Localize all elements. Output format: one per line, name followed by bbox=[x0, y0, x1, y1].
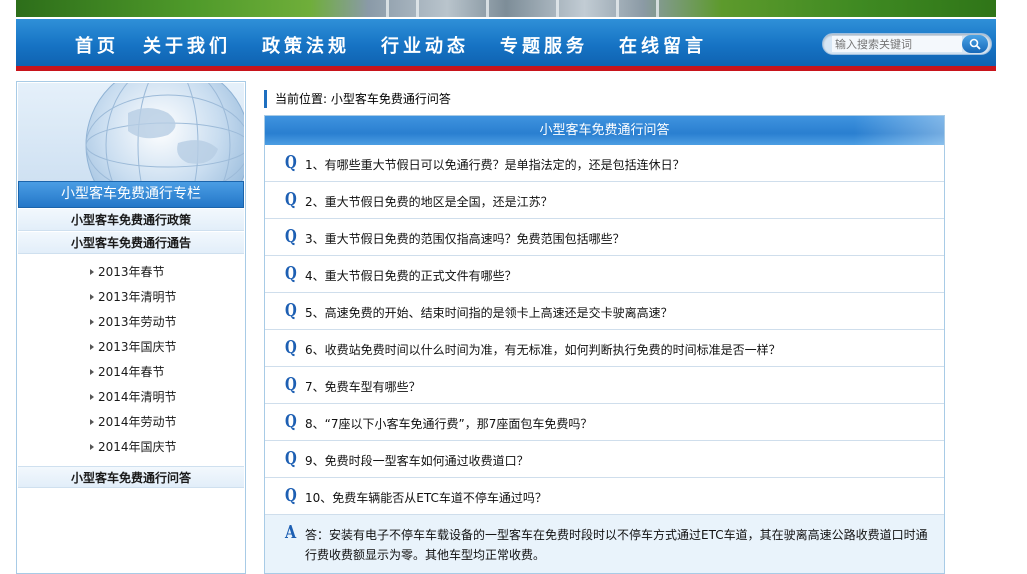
question-row[interactable]: Q 10、免费车辆能否从ETC车道不停车通过吗？ bbox=[265, 478, 944, 515]
question-text: 3、重大节假日免费的范围仅指高速吗？免费范围包括哪些？ bbox=[305, 232, 625, 246]
question-row[interactable]: Q 1、有哪些重大节假日可以免通行费？是单指法定的，还是包括连休日？ bbox=[265, 145, 944, 182]
question-row[interactable]: Q 6、收费站免费时间以什么时间为准，有无标准，如何判断执行免费的时间标准是否一样… bbox=[265, 330, 944, 367]
nav-home[interactable]: 首页 bbox=[75, 32, 119, 58]
question-text: 2、重大节假日免费的地区是全国，还是江苏？ bbox=[305, 195, 553, 209]
sub-item-2014-national[interactable]: 2014年国庆节 bbox=[90, 438, 177, 455]
panel-title: 小型客车免费通行问答 bbox=[539, 123, 670, 138]
sub-item-label: 2013年春节 bbox=[98, 265, 165, 279]
nav-accent-line bbox=[16, 66, 996, 71]
sub-item-2014-qingming[interactable]: 2014年清明节 bbox=[90, 388, 177, 405]
nav-industry-news[interactable]: 行业动态 bbox=[381, 32, 469, 58]
nav-online-message[interactable]: 在线留言 bbox=[619, 32, 707, 58]
sub-item-2013-labor[interactable]: 2013年劳动节 bbox=[90, 313, 177, 330]
question-icon: Q bbox=[285, 152, 297, 173]
sidebar-item-notices[interactable]: 小型客车免费通行通告 bbox=[18, 232, 244, 254]
arrow-right-icon bbox=[90, 444, 94, 450]
question-icon: Q bbox=[285, 337, 297, 358]
answer-icon: A bbox=[285, 522, 297, 543]
sidebar-item-policy[interactable]: 小型客车免费通行政策 bbox=[18, 209, 244, 231]
question-icon: Q bbox=[285, 226, 297, 247]
sub-item-label: 2013年国庆节 bbox=[98, 340, 177, 354]
sidebar-title: 小型客车免费通行专栏 bbox=[18, 181, 244, 208]
question-text: 5、高速免费的开始、结束时间指的是领卡上高速还是交卡驶离高速？ bbox=[305, 306, 673, 320]
nav-policy[interactable]: 政策法规 bbox=[262, 32, 350, 58]
sub-item-label: 2014年劳动节 bbox=[98, 415, 177, 429]
sub-item-label: 2014年春节 bbox=[98, 365, 165, 379]
question-icon: Q bbox=[285, 263, 297, 284]
sub-item-label: 2014年清明节 bbox=[98, 390, 177, 404]
question-row[interactable]: Q 3、重大节假日免费的范围仅指高速吗？免费范围包括哪些？ bbox=[265, 219, 944, 256]
question-icon: Q bbox=[285, 300, 297, 321]
answer-text: 答：安装有电子不停车车载设备的一型客车在免费时段时以不停车方式通过ETC车道，其… bbox=[305, 528, 928, 562]
question-row[interactable]: Q 5、高速免费的开始、结束时间指的是领卡上高速还是交卡驶离高速？ bbox=[265, 293, 944, 330]
sub-item-label: 2014年国庆节 bbox=[98, 440, 177, 454]
sub-item-2014-labor[interactable]: 2014年劳动节 bbox=[90, 413, 177, 430]
question-text: 9、免费时段一型客车如何通过收费道口？ bbox=[305, 454, 529, 468]
sub-item-label: 2013年清明节 bbox=[98, 290, 177, 304]
question-text: 7、免费车型有哪些？ bbox=[305, 380, 421, 394]
panel-header: 小型客车免费通行问答 bbox=[265, 116, 944, 145]
arrow-right-icon bbox=[90, 319, 94, 325]
arrow-right-icon bbox=[90, 269, 94, 275]
question-row[interactable]: Q 8、“7座以下小客车免通行费”，那7座面包车免费吗？ bbox=[265, 404, 944, 441]
arrow-right-icon bbox=[90, 419, 94, 425]
question-text: 10、免费车辆能否从ETC车道不停车通过吗？ bbox=[305, 491, 547, 505]
search-icon bbox=[969, 38, 981, 50]
search-button[interactable] bbox=[962, 35, 988, 53]
sub-item-2014-spring[interactable]: 2014年春节 bbox=[90, 363, 165, 380]
arrow-right-icon bbox=[90, 394, 94, 400]
globe-image bbox=[18, 83, 244, 181]
question-icon: Q bbox=[285, 411, 297, 432]
question-text: 1、有哪些重大节假日可以免通行费？是单指法定的，还是包括连休日？ bbox=[305, 158, 685, 172]
question-row[interactable]: Q 7、免费车型有哪些？ bbox=[265, 367, 944, 404]
answer-row: A 答：安装有电子不停车车载设备的一型客车在免费时段时以不停车方式通过ETC车道… bbox=[265, 515, 944, 573]
main-nav: 首页 关于我们 政策法规 行业动态 专题服务 在线留言 bbox=[16, 17, 996, 67]
question-row[interactable]: Q 4、重大节假日免费的正式文件有哪些？ bbox=[265, 256, 944, 293]
arrow-right-icon bbox=[90, 294, 94, 300]
sub-item-2013-spring[interactable]: 2013年春节 bbox=[90, 263, 165, 280]
sub-item-label: 2013年劳动节 bbox=[98, 315, 177, 329]
search-input[interactable] bbox=[832, 36, 962, 52]
question-row[interactable]: Q 9、免费时段一型客车如何通过收费道口？ bbox=[265, 441, 944, 478]
question-text: 4、重大节假日免费的正式文件有哪些？ bbox=[305, 269, 517, 283]
search-box bbox=[822, 33, 992, 55]
arrow-right-icon bbox=[90, 344, 94, 350]
question-icon: Q bbox=[285, 374, 297, 395]
arrow-right-icon bbox=[90, 369, 94, 375]
question-text: 6、收费站免费时间以什么时间为准，有无标准，如何判断执行免费的时间标准是否一样？ bbox=[305, 343, 781, 357]
breadcrumb: 当前位置: 小型客车免费通行问答 bbox=[264, 90, 451, 108]
question-row[interactable]: Q 2、重大节假日免费的地区是全国，还是江苏？ bbox=[265, 182, 944, 219]
top-banner-image bbox=[16, 0, 996, 17]
qa-panel: 小型客车免费通行问答 Q 1、有哪些重大节假日可以免通行费？是单指法定的，还是包括… bbox=[264, 115, 945, 574]
question-text: 8、“7座以下小客车免通行费”，那7座面包车免费吗？ bbox=[305, 417, 593, 431]
sidebar-item-qa[interactable]: 小型客车免费通行问答 bbox=[18, 466, 244, 488]
sidebar: 小型客车免费通行专栏 小型客车免费通行政策 小型客车免费通行通告 2013年春节… bbox=[16, 81, 246, 574]
question-icon: Q bbox=[285, 448, 297, 469]
question-icon: Q bbox=[285, 189, 297, 210]
sub-item-2013-national[interactable]: 2013年国庆节 bbox=[90, 338, 177, 355]
nav-about[interactable]: 关于我们 bbox=[143, 32, 231, 58]
question-icon: Q bbox=[285, 485, 297, 506]
nav-special-services[interactable]: 专题服务 bbox=[500, 32, 588, 58]
sub-item-2013-qingming[interactable]: 2013年清明节 bbox=[90, 288, 177, 305]
